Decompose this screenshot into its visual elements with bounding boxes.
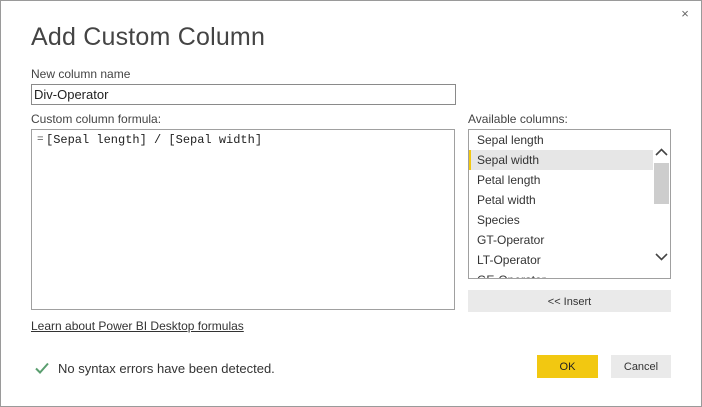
available-columns-label: Available columns: bbox=[468, 112, 568, 126]
column-item[interactable]: Petal width bbox=[469, 190, 653, 210]
column-item[interactable]: GT-Operator bbox=[469, 230, 653, 250]
column-item[interactable]: Species bbox=[469, 210, 653, 230]
dialog-title: Add Custom Column bbox=[31, 23, 266, 51]
formula-editor[interactable]: = [Sepal length] / [Sepal width] bbox=[31, 129, 455, 310]
syntax-status: No syntax errors have been detected. bbox=[34, 360, 275, 376]
learn-formulas-link[interactable]: Learn about Power BI Desktop formulas bbox=[31, 319, 244, 333]
scroll-thumb[interactable] bbox=[654, 163, 669, 204]
column-item[interactable]: Sepal width bbox=[469, 150, 653, 170]
close-icon[interactable]: × bbox=[678, 7, 692, 21]
available-columns-items: Sepal length Sepal width Petal length Petal… bbox=[469, 130, 653, 278]
formula-equals-sign: = bbox=[37, 134, 44, 146]
syntax-status-message: No syntax errors have been detected. bbox=[58, 360, 275, 376]
ok-button[interactable]: OK bbox=[537, 355, 598, 378]
add-custom-column-dialog: × Add Custom Column New column name Cust… bbox=[0, 0, 702, 407]
column-item[interactable]: LT-Operator bbox=[469, 250, 653, 270]
scroll-up-icon[interactable] bbox=[653, 143, 670, 161]
formula-label: Custom column formula: bbox=[31, 112, 162, 126]
formula-text[interactable]: [Sepal length] / [Sepal width] bbox=[46, 133, 262, 147]
columns-scrollbar[interactable] bbox=[653, 130, 670, 278]
insert-button[interactable]: << Insert bbox=[468, 290, 671, 312]
checkmark-icon bbox=[35, 362, 49, 374]
new-column-name-input[interactable] bbox=[31, 84, 456, 105]
cancel-button[interactable]: Cancel bbox=[611, 355, 671, 378]
column-item[interactable]: GE-Operator bbox=[469, 270, 653, 278]
new-column-name-label: New column name bbox=[31, 67, 131, 81]
column-item[interactable]: Petal length bbox=[469, 170, 653, 190]
available-columns-list[interactable]: Sepal length Sepal width Petal length Petal… bbox=[468, 129, 671, 279]
scroll-down-icon[interactable] bbox=[653, 248, 670, 266]
column-item[interactable]: Sepal length bbox=[469, 130, 653, 150]
